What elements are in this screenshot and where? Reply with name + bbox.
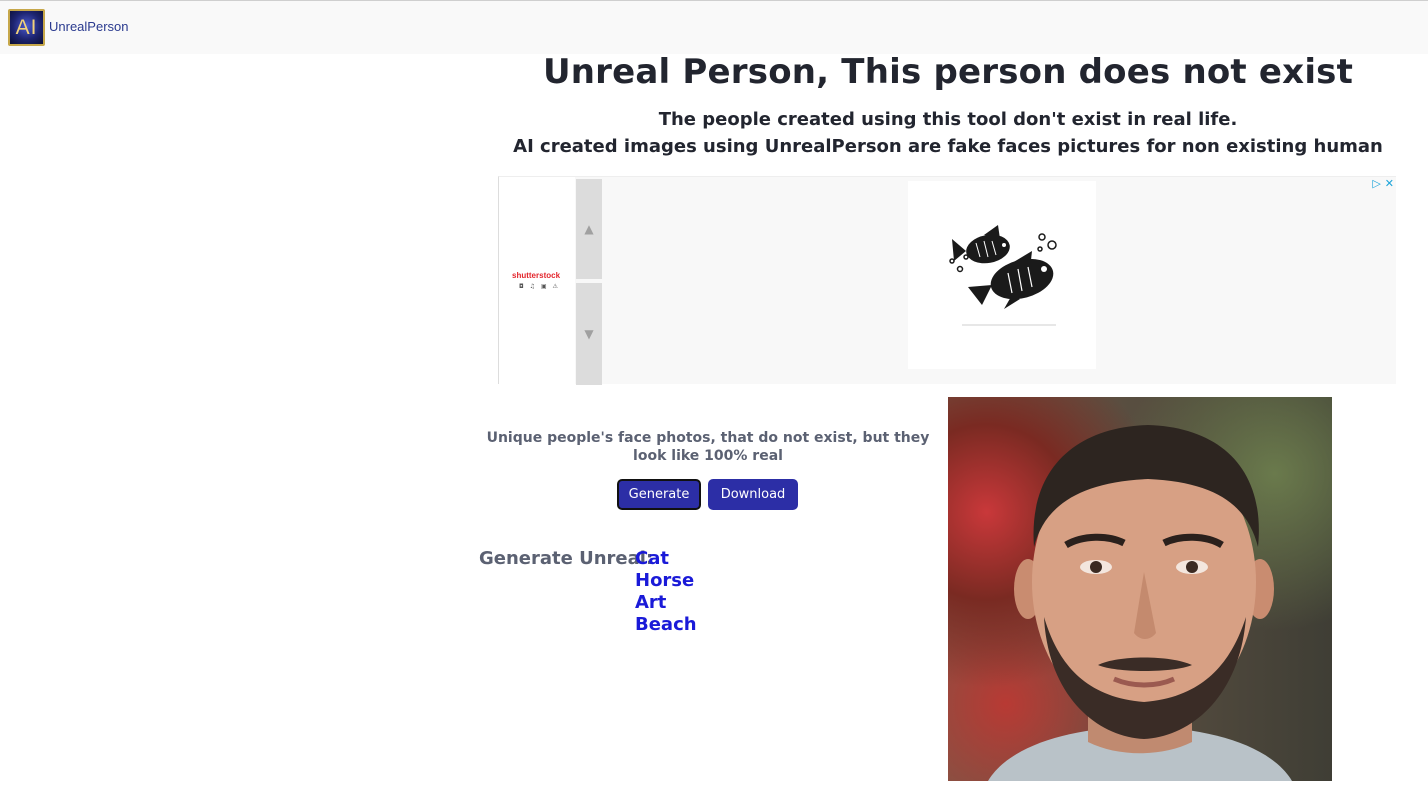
ad-advertiser-icons: ◘ ♫ ▣ ⚠ — [519, 283, 560, 290]
link-horse[interactable]: Horse — [635, 570, 697, 592]
link-art[interactable]: Art — [635, 592, 697, 614]
generator-description: Unique people's face photos, that do not… — [486, 430, 930, 464]
ad-choices[interactable]: ▷ ✕ — [1368, 177, 1394, 190]
generate-unreal-label: Generate Unreal: — [479, 548, 654, 569]
top-navbar: AI UnrealPerson — [0, 0, 1428, 54]
download-button[interactable]: Download — [708, 479, 798, 510]
page-title: Unreal Person, This person does not exis… — [542, 52, 1354, 92]
brand-link[interactable]: UnrealPerson — [49, 19, 129, 34]
ai-logo-icon[interactable]: AI — [8, 9, 45, 46]
generate-button[interactable]: Generate — [617, 479, 701, 510]
adchoices-icon[interactable]: ▷ — [1372, 177, 1380, 190]
ad-scroll-down-button[interactable]: ▼ — [576, 283, 602, 385]
page-subtitle-1: The people created using this tool don't… — [658, 109, 1238, 130]
ad-fish-image[interactable] — [908, 181, 1096, 369]
generate-unreal-links: Cat Horse Art Beach — [635, 548, 697, 636]
advertisement-banner[interactable]: shutterstock ◘ ♫ ▣ ⚠ ▲ ▼ ▷ ✕ — [498, 176, 1396, 385]
fish-illustration-icon — [949, 225, 1057, 326]
ad-advertiser-panel[interactable]: shutterstock ◘ ♫ ▣ ⚠ — [499, 177, 575, 385]
face-portrait-icon — [988, 425, 1292, 781]
link-cat[interactable]: Cat — [635, 548, 697, 570]
ad-close-icon[interactable]: ✕ — [1385, 177, 1394, 190]
ad-scroll-up-button[interactable]: ▲ — [576, 179, 602, 279]
page-subtitle-2: AI created images using UnrealPerson are… — [513, 136, 1383, 157]
logo-text: AI — [15, 15, 38, 39]
link-beach[interactable]: Beach — [635, 614, 697, 636]
ad-advertiser-name: shutterstock — [512, 271, 561, 280]
generated-face-image — [948, 397, 1332, 781]
